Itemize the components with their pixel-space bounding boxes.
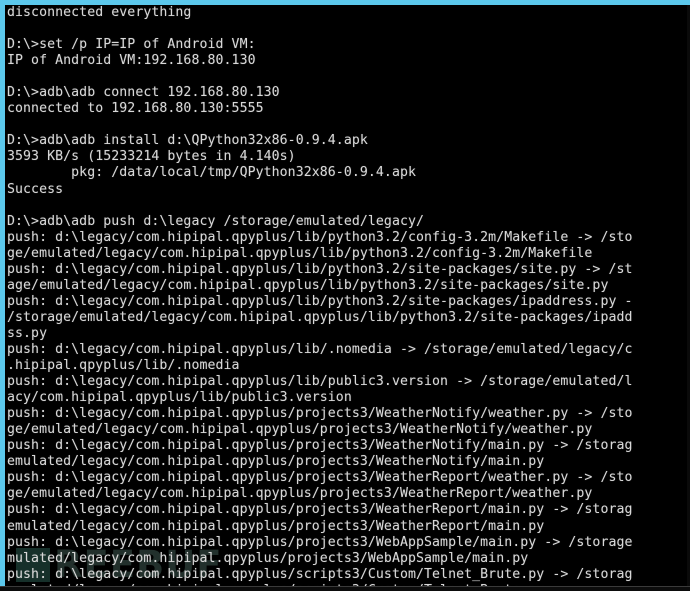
terminal-line: Success xyxy=(7,181,64,197)
window-border-left xyxy=(0,0,5,586)
terminal-line: age/emulated/legacy/com.hipipal.qpyplus/… xyxy=(7,277,609,293)
terminal-line: /storage/emulated/legacy/com.hipipal.qpy… xyxy=(7,309,633,325)
terminal-line: ss.py xyxy=(7,325,48,341)
terminal-line: ge/emulated/legacy/com.hipipal.qpyplus/l… xyxy=(7,245,593,261)
terminal-line: push: d:\legacy/com.hipipal.qpyplus/scri… xyxy=(7,566,633,582)
terminal-line: D:\>adb\adb push d:\legacy /storage/emul… xyxy=(7,213,425,229)
terminal-line: push: d:\legacy/com.hipipal.qpyplus/lib/… xyxy=(7,261,633,277)
terminal-line: disconnected everything xyxy=(7,5,192,20)
terminal-line: emulated/legacy/com.hipipal.qpyplus/proj… xyxy=(7,518,545,534)
terminal-line: push: d:\legacy/com.hipipal.qpyplus/lib/… xyxy=(7,341,633,357)
terminal-line: push: d:\legacy/com.hipipal.qpyplus/lib/… xyxy=(7,293,633,309)
terminal-line: D:\>set /p IP=IP of Android VM: xyxy=(7,37,256,53)
terminal-line: connected to 192.168.80.130:5555 xyxy=(7,101,264,117)
terminal-line: push: d:\legacy/com.hipipal.qpyplus/proj… xyxy=(7,406,633,422)
terminal-line: IP of Android VM:192.168.80.130 xyxy=(7,53,256,69)
window-border-top xyxy=(0,0,690,5)
terminal-line: ge/emulated/legacy/com.hipipal.qpyplus/p… xyxy=(7,422,593,438)
terminal-line: 3593 KB/s (15233214 bytes in 4.140s) xyxy=(7,149,296,165)
terminal-line: D:\>adb\adb install d:\QPython32x86-0.9.… xyxy=(7,133,368,149)
command-prompt-window: REEBUF disconnected everything D:\>set /p… xyxy=(0,0,690,591)
window-border-bottom xyxy=(0,586,690,591)
terminal-line: pkg: /data/local/tmp/QPython32x86-0.9.4.… xyxy=(7,165,416,181)
terminal-line: push: d:\legacy/com.hipipal.qpyplus/proj… xyxy=(7,438,633,454)
terminal-line: push: d:\legacy/com.hipipal.qpyplus/lib/… xyxy=(7,229,633,245)
terminal-line: mulated/legacy/com.hipipal.qpyplus/proje… xyxy=(7,550,529,566)
terminal-line: ge/emulated/legacy/com.hipipal.qpyplus/p… xyxy=(7,486,593,502)
terminal-line: emulated/legacy/com.hipipal.qpyplus/proj… xyxy=(7,454,545,470)
terminal-line: D:\>adb\adb connect 192.168.80.130 xyxy=(7,85,280,101)
terminal-line: acy/com.hipipal.qpyplus/lib/public3.vers… xyxy=(7,390,352,406)
terminal-line: push: d:\legacy/com.hipipal.qpyplus/proj… xyxy=(7,534,633,550)
terminal-output[interactable]: disconnected everything D:\>set /p IP=IP … xyxy=(7,5,690,586)
terminal-line: push: d:\legacy/com.hipipal.qpyplus/lib/… xyxy=(7,374,633,390)
terminal-line: push: d:\legacy/com.hipipal.qpyplus/proj… xyxy=(7,502,633,518)
terminal-line: .hipipal.qpyplus/lib/.nomedia xyxy=(7,358,240,374)
terminal-line: push: d:\legacy/com.hipipal.qpyplus/proj… xyxy=(7,470,633,486)
